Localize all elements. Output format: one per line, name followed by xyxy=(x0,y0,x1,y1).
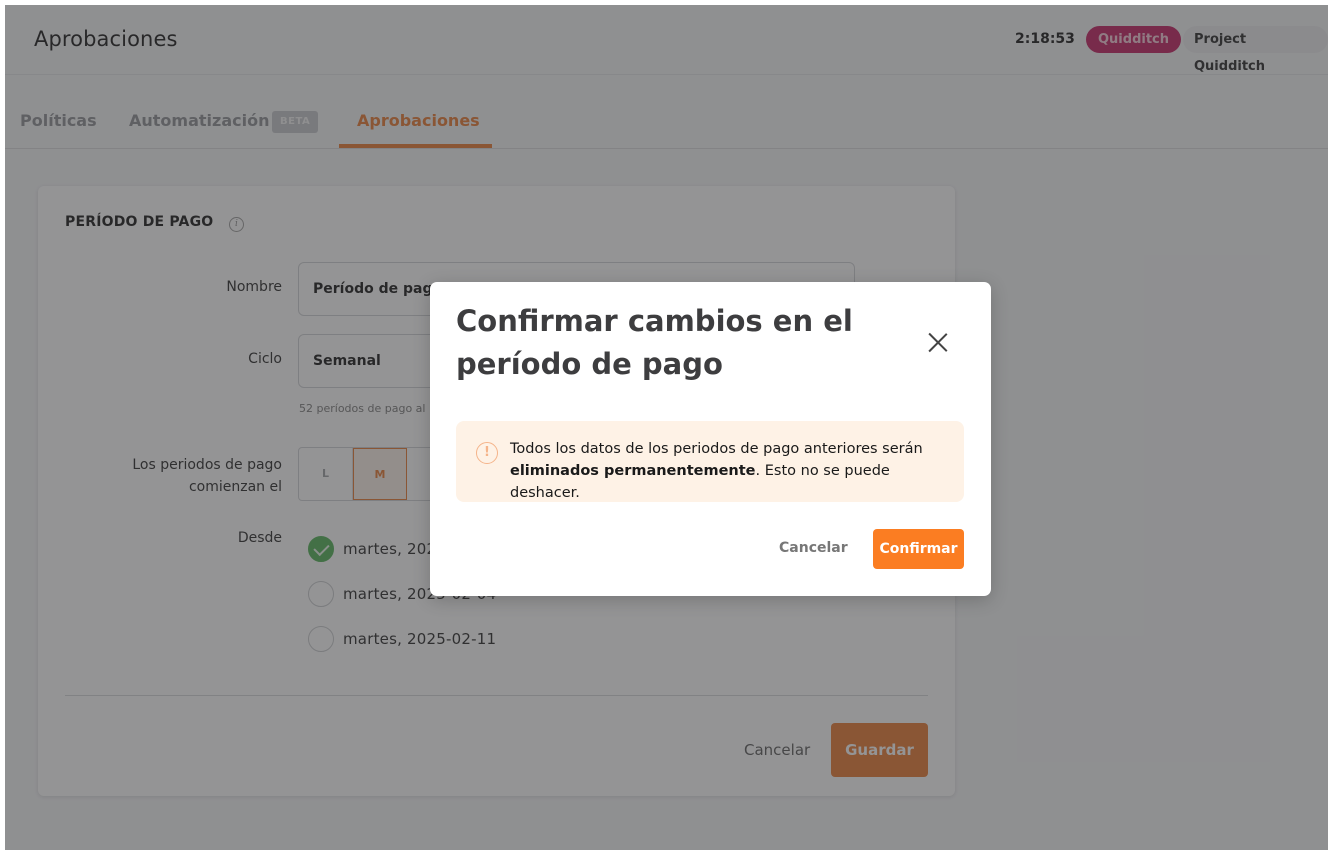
close-icon[interactable] xyxy=(926,330,950,354)
alert-text-bold: eliminados permanentemente xyxy=(510,463,756,479)
alert-text-prefix: Todos los datos de los periodos de pago … xyxy=(510,441,923,457)
warning-icon: ! xyxy=(476,442,498,464)
dialog-cancel-button[interactable]: Cancelar xyxy=(779,540,848,556)
alert-message: Todos los datos de los periodos de pago … xyxy=(510,438,955,504)
confirm-dialog: Confirmar cambios en el período de pago … xyxy=(430,282,991,596)
warning-alert: ! Todos los datos de los periodos de pag… xyxy=(456,421,964,502)
confirm-button[interactable]: Confirmar xyxy=(873,529,964,569)
app-window: Aprobaciones 2:18:53 Quidditch Project Q… xyxy=(5,5,1328,850)
dialog-title: Confirmar cambios en el período de pago xyxy=(456,304,853,381)
